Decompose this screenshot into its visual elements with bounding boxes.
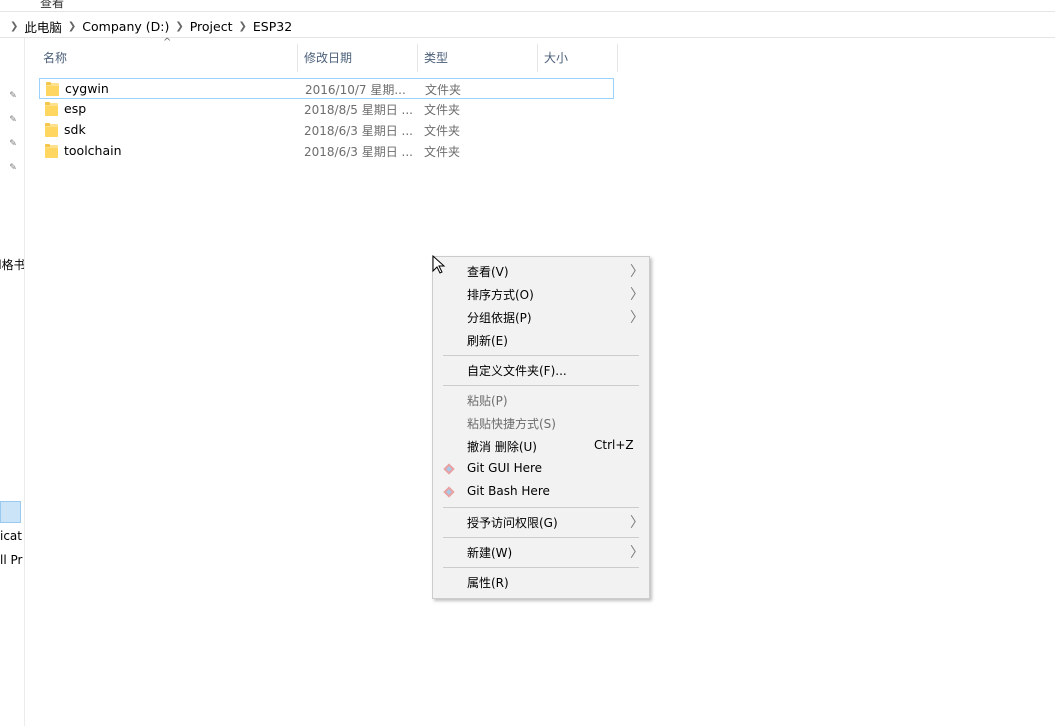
chevron-right-icon[interactable]: ❯	[175, 21, 183, 32]
menu-item-label: Git GUI Here	[467, 461, 543, 475]
menu-item-view[interactable]: 查看(V) 〉	[433, 260, 649, 283]
column-header-date[interactable]: 修改日期	[298, 44, 418, 72]
file-date: 2016/10/7 星期...	[305, 83, 406, 97]
file-date: 2018/8/5 星期日 ...	[304, 103, 413, 117]
menu-item-give-access[interactable]: 授予访问权限(G) 〉	[433, 511, 649, 534]
menu-item-label: 粘贴(P)	[467, 394, 508, 408]
chevron-right-icon[interactable]: ❯	[239, 21, 247, 32]
menu-item-properties[interactable]: 属性(R)	[433, 571, 649, 594]
menu-item-git-gui[interactable]: Git GUI Here	[433, 458, 649, 481]
nav-item-selected[interactable]	[0, 501, 21, 523]
file-name: cygwin	[65, 81, 109, 96]
toolbar-fragment-view[interactable]: 查看	[40, 0, 64, 11]
breadcrumb-esp32[interactable]: ESP32	[253, 19, 292, 34]
menu-item-undo-delete[interactable]: 撤消 删除(U) Ctrl+Z	[433, 435, 649, 458]
menu-separator	[443, 385, 639, 386]
chevron-right-icon: 〉	[630, 287, 644, 303]
chevron-right-icon[interactable]: ❯	[10, 21, 18, 32]
menu-item-label: Git Bash Here	[467, 484, 550, 498]
folder-icon	[45, 123, 58, 137]
file-name: esp	[64, 101, 87, 116]
file-type: 文件夹	[425, 83, 462, 97]
pin-icon[interactable]: ✎	[8, 91, 18, 101]
menu-item-label: 刷新(E)	[467, 334, 508, 348]
menu-item-group-by[interactable]: 分组依据(P) 〉	[433, 306, 649, 329]
git-icon	[443, 486, 455, 498]
menu-item-label: 撤消 删除(U)	[467, 440, 537, 454]
pin-icon[interactable]: ✎	[8, 163, 18, 173]
nav-item-partial[interactable]: icat	[0, 529, 22, 543]
file-name: sdk	[64, 122, 86, 137]
menu-item-shortcut: Ctrl+Z	[594, 438, 634, 452]
pin-icon[interactable]: ✎	[8, 139, 18, 149]
breadcrumb-project[interactable]: Project	[190, 19, 233, 34]
context-menu: 查看(V) 〉 排序方式(O) 〉 分组依据(P) 〉 刷新(E) 自定义文件夹…	[432, 256, 650, 599]
navigation-pane[interactable]: ✎ ✎ ✎ ✎ d格书 icat ll Pr	[0, 38, 25, 726]
column-header-size[interactable]: 大小	[538, 44, 618, 72]
menu-item-new[interactable]: 新建(W) 〉	[433, 541, 649, 564]
column-header-type[interactable]: 类型	[418, 44, 538, 72]
breadcrumb: ❯ 此电脑 ❯ Company (D:) ❯ Project ❯ ESP32	[4, 17, 292, 36]
menu-separator	[443, 537, 639, 538]
file-row[interactable]: toolchain 2018/6/3 星期日 ... 文件夹	[39, 141, 614, 162]
menu-item-git-bash[interactable]: Git Bash Here	[433, 481, 649, 504]
menu-separator	[443, 355, 639, 356]
menu-separator	[443, 507, 639, 508]
menu-item-refresh[interactable]: 刷新(E)	[433, 329, 649, 352]
file-row[interactable]: sdk 2018/6/3 星期日 ... 文件夹	[39, 120, 614, 141]
chevron-right-icon[interactable]: ❯	[68, 21, 76, 32]
folder-icon	[45, 144, 58, 158]
breadcrumb-this-pc[interactable]: 此电脑	[24, 17, 62, 36]
menu-item-label: 粘贴快捷方式(S)	[467, 417, 556, 431]
menu-item-paste-shortcut[interactable]: 粘贴快捷方式(S)	[433, 412, 649, 435]
menu-item-customize-folder[interactable]: 自定义文件夹(F)...	[433, 359, 649, 382]
menu-item-label: 自定义文件夹(F)...	[467, 364, 567, 378]
breadcrumb-company-drive[interactable]: Company (D:)	[82, 19, 169, 34]
nav-item-partial[interactable]: d格书	[0, 256, 24, 273]
address-bar[interactable]: ❯ 此电脑 ❯ Company (D:) ❯ Project ❯ ESP32	[0, 13, 1055, 38]
file-row[interactable]: cygwin 2016/10/7 星期... 文件夹	[39, 78, 614, 99]
toolbar-strip: ^ 查看	[0, 0, 1055, 12]
menu-item-label: 排序方式(O)	[467, 288, 534, 302]
nav-item-partial[interactable]: ll Pr	[0, 553, 22, 567]
column-header-name[interactable]: 名称	[37, 44, 298, 72]
menu-item-label: 授予访问权限(G)	[467, 516, 558, 530]
file-type: 文件夹	[424, 124, 461, 138]
file-name: toolchain	[64, 143, 122, 158]
toolbar-fragment-caret: ^	[2, 0, 13, 8]
chevron-right-icon: 〉	[630, 264, 644, 280]
menu-item-label: 分组依据(P)	[467, 311, 532, 325]
file-row[interactable]: esp 2018/8/5 星期日 ... 文件夹	[39, 99, 614, 120]
chevron-right-icon: 〉	[630, 545, 644, 561]
menu-item-label: 查看(V)	[467, 265, 509, 279]
git-icon	[443, 463, 455, 475]
chevron-right-icon: 〉	[630, 310, 644, 326]
file-date: 2018/6/3 星期日 ...	[304, 145, 413, 159]
file-type: 文件夹	[424, 145, 461, 159]
file-type: 文件夹	[424, 103, 461, 117]
file-date: 2018/6/3 星期日 ...	[304, 124, 413, 138]
menu-separator	[443, 567, 639, 568]
menu-item-label: 新建(W)	[467, 546, 513, 560]
cursor-icon	[432, 255, 446, 274]
menu-item-label: 属性(R)	[467, 576, 509, 590]
chevron-right-icon: 〉	[630, 515, 644, 531]
folder-icon	[45, 102, 58, 116]
menu-item-paste[interactable]: 粘贴(P)	[433, 389, 649, 412]
folder-icon	[46, 82, 59, 96]
pin-icon[interactable]: ✎	[8, 115, 18, 125]
menu-item-sort-by[interactable]: 排序方式(O) 〉	[433, 283, 649, 306]
